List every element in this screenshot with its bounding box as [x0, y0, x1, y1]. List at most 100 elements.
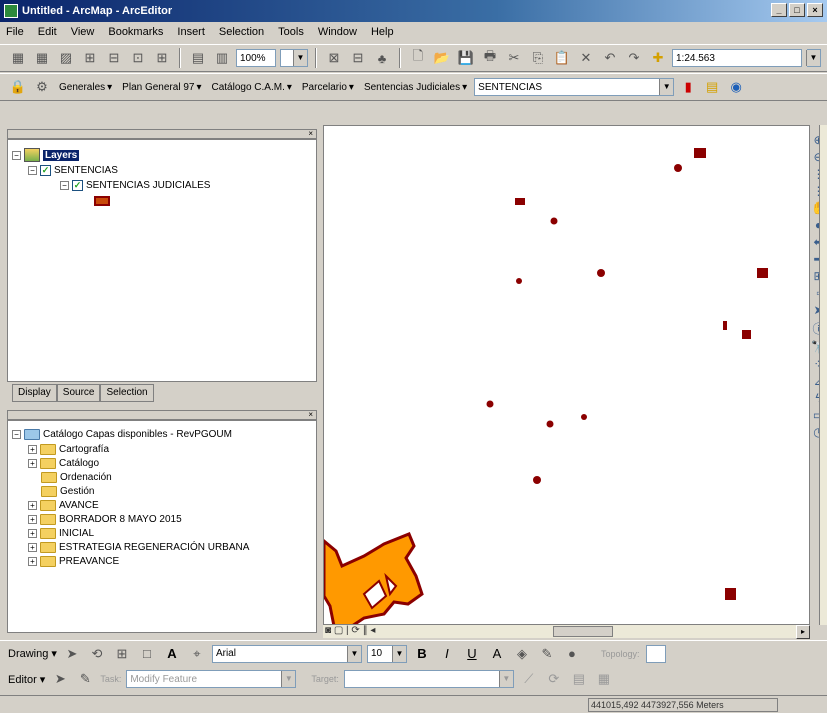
cut-icon[interactable]: ✂: [504, 48, 524, 68]
menu-help[interactable]: Help: [371, 26, 394, 38]
line-color-icon[interactable]: ✎: [537, 644, 557, 664]
menu-selection[interactable]: Selection: [219, 26, 264, 38]
map-view[interactable]: [322, 125, 810, 628]
catalog-item-catalogo[interactable]: + Catálogo: [28, 458, 99, 469]
task-combo[interactable]: Modify Feature ▼: [126, 670, 297, 688]
sentencias-judiciales-menu[interactable]: Sentencias Judiciales ▾: [361, 82, 470, 93]
print-preview-icon[interactable]: ▤: [188, 48, 208, 68]
italic-icon[interactable]: I: [437, 644, 457, 664]
zoom-whole-icon[interactable]: ⊠: [324, 48, 344, 68]
rotate-icon[interactable]: ⟲: [87, 644, 107, 664]
zoom-page-icon[interactable]: ⊞: [112, 644, 132, 664]
scroll-right-button[interactable]: ▸: [796, 625, 810, 639]
menu-view[interactable]: View: [71, 26, 95, 38]
grid-tool2-icon[interactable]: ⊟: [104, 48, 124, 68]
layers-tool-icon[interactable]: ♣: [372, 48, 392, 68]
scroll-thumb[interactable]: [553, 626, 613, 637]
sketch-tool-icon[interactable]: ✎: [75, 669, 95, 689]
horizontal-scrollbar[interactable]: ◙ ▢ | ⟳ ∥ ◂ ▸: [323, 624, 810, 639]
view-switch-icons[interactable]: ◙ ▢ | ⟳ ∥ ◂: [325, 625, 375, 636]
bold-icon[interactable]: B: [412, 644, 432, 664]
group-node[interactable]: − ✓ SENTENCIAS: [28, 165, 118, 176]
catalog-item-ordenacion[interactable]: Ordenación: [41, 472, 112, 483]
toc-close-icon[interactable]: ×: [7, 129, 317, 139]
help-globe-icon[interactable]: ◉: [726, 77, 746, 97]
tab-selection[interactable]: Selection: [100, 384, 154, 402]
catalog-item-avance[interactable]: + AVANCE: [28, 500, 99, 511]
catalog-root-node[interactable]: − Catálogo Capas disponibles - RevPGOUM: [12, 429, 232, 440]
underline-icon[interactable]: U: [462, 644, 482, 664]
rectangle-icon[interactable]: □: [137, 644, 157, 664]
settings-icon[interactable]: ⚙: [32, 77, 52, 97]
layout-tool-icon[interactable]: ▦: [8, 48, 28, 68]
expand-icon[interactable]: +: [28, 459, 37, 468]
expand-icon[interactable]: +: [28, 501, 37, 510]
paste-icon[interactable]: 📋: [552, 48, 572, 68]
editor-menu[interactable]: Editor ▾: [8, 673, 45, 686]
layers-node[interactable]: − Layers: [12, 148, 80, 162]
layer-checkbox[interactable]: ✓: [72, 180, 83, 191]
grid-tool4-icon[interactable]: ⊞: [152, 48, 172, 68]
grid-tool-icon[interactable]: ⊞: [80, 48, 100, 68]
font-color-icon[interactable]: A: [487, 644, 507, 664]
yellow-tool-icon[interactable]: ▤: [702, 77, 722, 97]
catalog-item-preavance[interactable]: + PREAVANCE: [28, 556, 119, 567]
add-data-icon[interactable]: ✚: [648, 48, 668, 68]
select-arrow-icon[interactable]: ➤: [62, 644, 82, 664]
font-size-combo[interactable]: 10 ▼: [366, 644, 407, 663]
catalog-item-borrador[interactable]: + BORRADOR 8 MAYO 2015: [28, 514, 182, 525]
maximize-button[interactable]: □: [789, 3, 805, 17]
red-tool-icon[interactable]: ▮: [678, 77, 698, 97]
grid-tool3-icon[interactable]: ⊡: [128, 48, 148, 68]
plan-general-menu[interactable]: Plan General 97 ▾: [119, 82, 204, 93]
target-combo[interactable]: ▼: [343, 670, 514, 688]
menu-file[interactable]: File: [6, 26, 24, 38]
fill-color-icon[interactable]: ◈: [512, 644, 532, 664]
marker-color-icon[interactable]: ●: [562, 644, 582, 664]
topology-combo[interactable]: [646, 644, 667, 663]
zoom-dropdown[interactable]: ▼: [280, 49, 308, 67]
catalogo-menu[interactable]: Catálogo C.A.M. ▾: [208, 82, 294, 93]
catalog-close-icon[interactable]: ×: [7, 410, 317, 420]
menu-tools[interactable]: Tools: [278, 26, 304, 38]
print-icon[interactable]: 🖶: [480, 48, 500, 68]
minimize-button[interactable]: _: [771, 3, 787, 17]
zoom-combo[interactable]: 100%: [236, 49, 276, 67]
expand-icon[interactable]: +: [28, 543, 37, 552]
collapse-icon[interactable]: −: [12, 150, 21, 160]
split-tool-icon[interactable]: ⟋: [519, 669, 539, 689]
rotate-edit-icon[interactable]: ⟳: [544, 669, 564, 689]
zoom-width-icon[interactable]: ⊟: [348, 48, 368, 68]
catalog-item-gestion[interactable]: Gestión: [41, 486, 94, 497]
menu-insert[interactable]: Insert: [177, 26, 205, 38]
tab-source[interactable]: Source: [56, 384, 101, 402]
catalog-item-inicial[interactable]: + INICIAL: [28, 528, 94, 539]
vertical-scrollbar[interactable]: [819, 125, 827, 625]
text-tool-icon[interactable]: A: [162, 644, 182, 664]
font-combo[interactable]: Arial ▼: [211, 644, 362, 663]
expand-icon[interactable]: +: [28, 515, 37, 524]
menu-edit[interactable]: Edit: [38, 26, 57, 38]
edit-tool-icon[interactable]: ➤: [50, 669, 70, 689]
save-icon[interactable]: 💾: [456, 48, 476, 68]
collapse-icon[interactable]: −: [12, 430, 21, 439]
generales-menu[interactable]: Generales ▾: [56, 82, 115, 93]
expand-icon[interactable]: +: [28, 445, 37, 454]
attributes-icon[interactable]: ▤: [569, 669, 589, 689]
delete-icon[interactable]: ✕: [576, 48, 596, 68]
layer-node[interactable]: − ✓ SENTENCIAS JUDICIALES: [60, 180, 210, 191]
sketch-properties-icon[interactable]: ▦: [594, 669, 614, 689]
drawing-menu[interactable]: Drawing ▾: [8, 647, 57, 660]
scale-dropdown[interactable]: ▼: [806, 49, 821, 67]
catalog-item-estrategia[interactable]: + ESTRATEGIA REGENERACIÓN URBANA: [28, 542, 249, 553]
expand-icon[interactable]: +: [28, 529, 37, 538]
open-folder-icon[interactable]: 📂: [432, 48, 452, 68]
close-button[interactable]: ×: [807, 3, 823, 17]
layer-symbol-icon[interactable]: [94, 196, 110, 206]
collapse-icon[interactable]: −: [60, 181, 69, 190]
layout-tool3-icon[interactable]: ▨: [56, 48, 76, 68]
group-checkbox[interactable]: ✓: [40, 165, 51, 176]
catalog-item-cartografia[interactable]: + Cartografía: [28, 444, 109, 455]
new-document-icon[interactable]: 🗋: [408, 48, 428, 68]
page-icon[interactable]: ▥: [212, 48, 232, 68]
